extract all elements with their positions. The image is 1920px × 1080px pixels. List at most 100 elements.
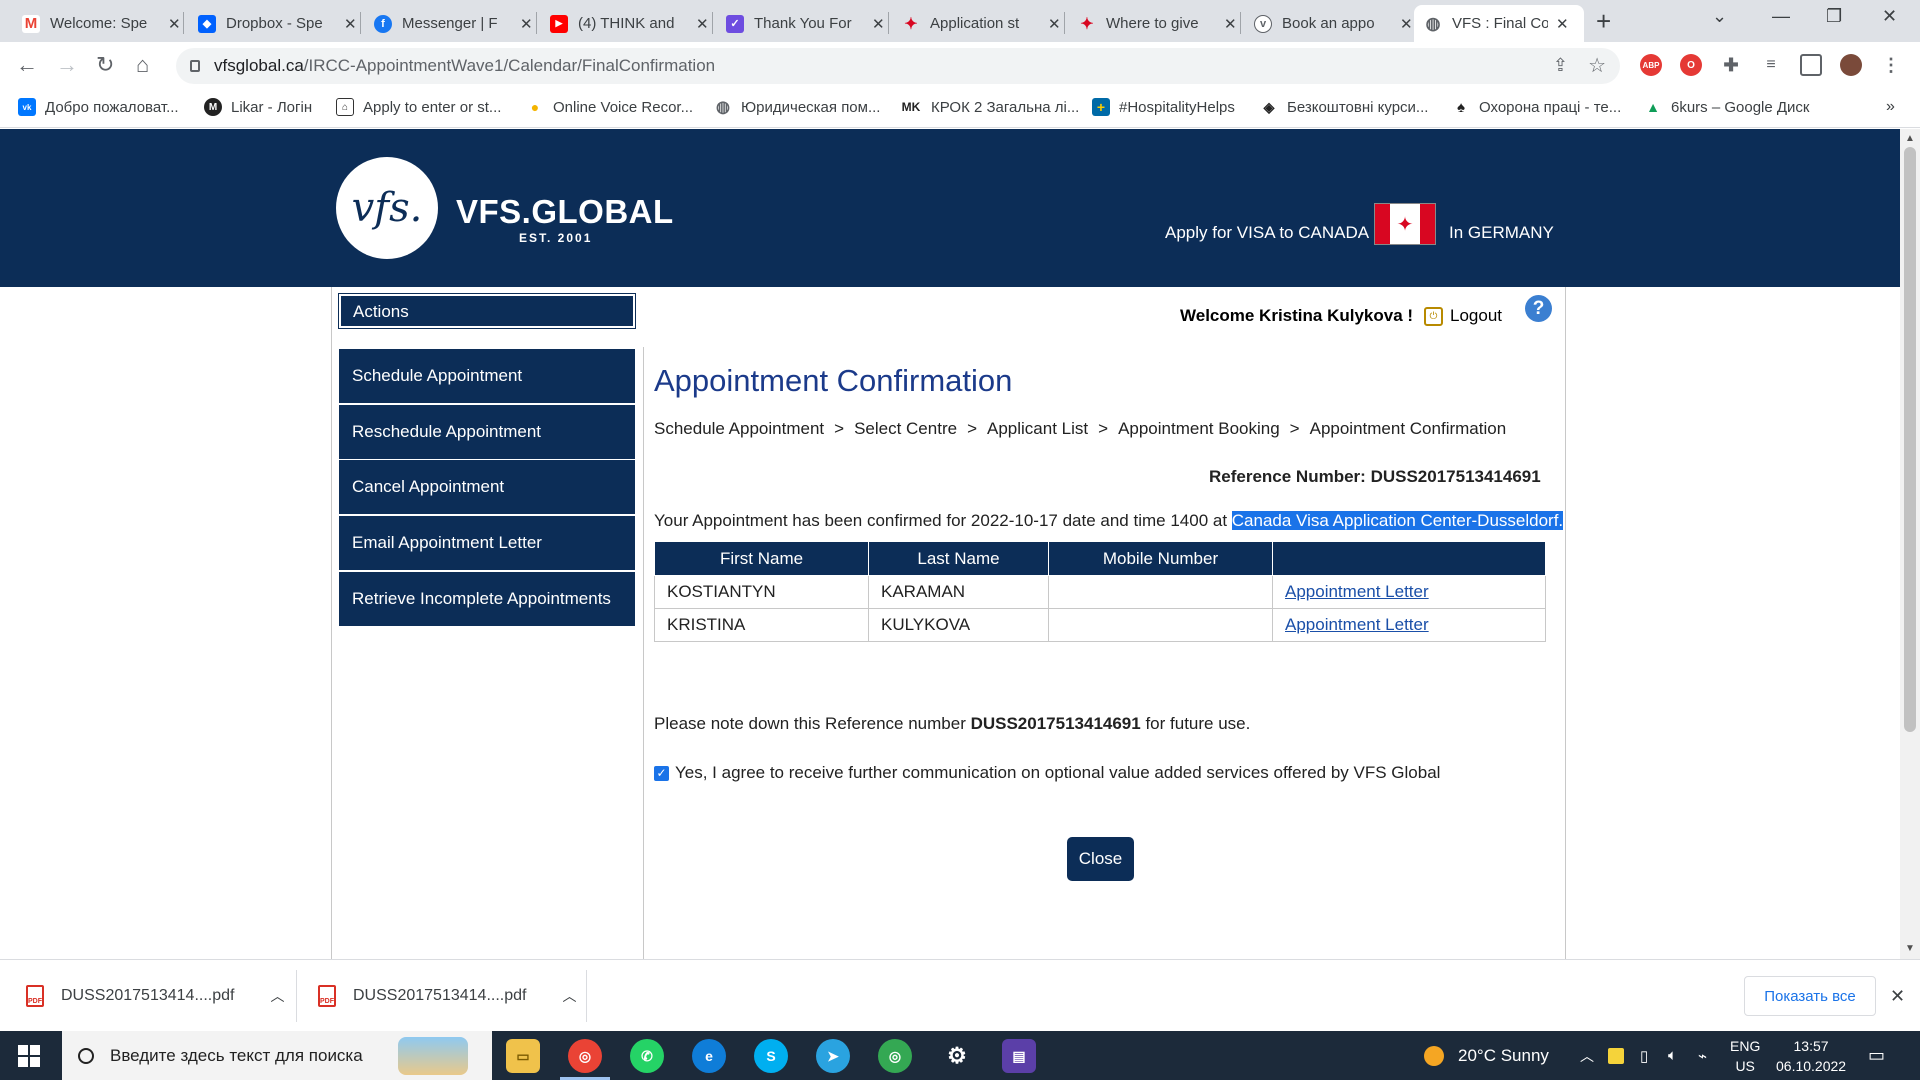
volume-icon[interactable]: 🔈︎ bbox=[1668, 1031, 1677, 1080]
close-tab-icon[interactable]: ✕ bbox=[344, 15, 357, 33]
forward-icon[interactable]: → bbox=[56, 52, 78, 78]
logout-link[interactable]: ⏻ Logout bbox=[1424, 306, 1502, 326]
close-tab-icon[interactable]: ✕ bbox=[696, 15, 709, 33]
edge-icon[interactable]: e bbox=[692, 1039, 726, 1073]
browser-tab[interactable]: ◆ Dropbox - Spe ✕ bbox=[188, 5, 367, 42]
bookmarks-bar: vk Добро пожаловат... M Likar - Логін ⌂ App… bbox=[0, 90, 1920, 128]
restore-icon[interactable]: ❐ bbox=[1826, 6, 1842, 27]
download-item[interactable]: PDF DUSS2017513414....pdf ︿ bbox=[318, 978, 576, 1014]
url-text: vfsglobal.ca/IRCC-AppointmentWave1/Calen… bbox=[214, 56, 716, 75]
help-icon[interactable]: ? bbox=[1525, 295, 1552, 322]
more-bookmarks-icon[interactable]: » bbox=[1886, 98, 1895, 116]
taskbar-search-box[interactable]: Введите здесь текст для поиска bbox=[62, 1031, 492, 1080]
close-tab-icon[interactable]: ✕ bbox=[168, 15, 181, 33]
battery-icon[interactable]: ▯ bbox=[1640, 1031, 1648, 1080]
browser-tab[interactable]: f Messenger | F ✕ bbox=[364, 5, 543, 42]
network-icon[interactable]: ⌁ bbox=[1698, 1031, 1707, 1080]
telegram-icon[interactable]: ➤ bbox=[816, 1039, 850, 1073]
browser-tab-active[interactable]: ◍ VFS : Final Co ✕ bbox=[1414, 5, 1584, 42]
settings-icon[interactable]: ⚙ bbox=[940, 1039, 974, 1073]
weather-widget[interactable]: 20°C Sunny bbox=[1424, 1031, 1549, 1080]
reload-icon[interactable]: ↻ bbox=[96, 52, 114, 78]
close-tab-icon[interactable]: ✕ bbox=[1224, 15, 1237, 33]
bookmark-item[interactable]: ● Online Voice Recor... bbox=[526, 98, 693, 116]
scroll-down-icon[interactable]: ▼ bbox=[1905, 943, 1915, 954]
bookmark-item[interactable]: ♠ Охорона праці - те... bbox=[1452, 98, 1621, 116]
windows-start-icon[interactable] bbox=[18, 1045, 40, 1067]
browser-tab[interactable]: ✓ Thank You For ✕ bbox=[716, 5, 895, 42]
schedule-appointment-button[interactable]: Schedule Appointment bbox=[339, 349, 635, 403]
chrome-profile-icon[interactable]: ◎ bbox=[878, 1039, 912, 1073]
actions-header: Actions bbox=[338, 293, 636, 329]
home-icon[interactable]: ⌂ bbox=[136, 52, 149, 78]
bookmark-item[interactable]: MK КРОК 2 Загальна лі... bbox=[900, 98, 1080, 116]
browser-tab[interactable]: ▶ (4) THINK and ✕ bbox=[540, 5, 719, 42]
bookmark-item[interactable]: ▲ 6kurs – Google Диск bbox=[1644, 98, 1809, 116]
appointment-letter-link[interactable]: Appointment Letter bbox=[1285, 582, 1429, 601]
share-icon[interactable]: ⇪ bbox=[1553, 55, 1568, 76]
chrome-icon[interactable]: ◎ bbox=[568, 1039, 602, 1073]
close-tab-icon[interactable]: ✕ bbox=[1048, 15, 1061, 33]
chevron-up-icon[interactable]: ︿ bbox=[270, 986, 284, 1006]
chevron-up-icon[interactable]: ︿ bbox=[562, 986, 576, 1006]
close-download-bar-icon[interactable]: ✕ bbox=[1890, 986, 1905, 1007]
menu-icon[interactable]: ⋮ bbox=[1880, 54, 1902, 76]
email-appointment-letter-button[interactable]: Email Appointment Letter bbox=[339, 516, 635, 570]
browser-tab[interactable]: v Book an appo ✕ bbox=[1244, 5, 1423, 42]
media-app-icon[interactable]: ▤ bbox=[1002, 1039, 1036, 1073]
mobile-number-cell bbox=[1048, 575, 1273, 609]
lock-icon[interactable] bbox=[190, 60, 200, 72]
system-clock[interactable]: 13:57 06.10.2022 bbox=[1776, 1036, 1846, 1076]
new-tab-button[interactable]: + bbox=[1596, 6, 1611, 37]
bookmark-item[interactable]: + #HospitalityHelps bbox=[1092, 98, 1235, 116]
bookmark-item[interactable]: ◍ Юридическая пом... bbox=[714, 98, 880, 117]
download-item[interactable]: PDF DUSS2017513414....pdf ︿ bbox=[26, 978, 284, 1014]
close-button[interactable]: Close bbox=[1067, 837, 1134, 881]
address-bar[interactable]: vfsglobal.ca/IRCC-AppointmentWave1/Calen… bbox=[176, 48, 1620, 84]
side-panel-icon[interactable] bbox=[1800, 54, 1822, 76]
browser-tab[interactable]: ✦ Application st ✕ bbox=[892, 5, 1071, 42]
tab-search-icon[interactable]: ⌄ bbox=[1712, 6, 1727, 27]
show-all-downloads-button[interactable]: Показать все bbox=[1744, 976, 1876, 1016]
close-tab-icon[interactable]: ✕ bbox=[872, 15, 885, 33]
close-tab-icon[interactable]: ✕ bbox=[1556, 15, 1569, 33]
close-tab-icon[interactable]: ✕ bbox=[1400, 15, 1413, 33]
retrieve-incomplete-appointments-button[interactable]: Retrieve Incomplete Appointments bbox=[339, 572, 635, 626]
profile-avatar[interactable] bbox=[1840, 54, 1862, 76]
close-tab-icon[interactable]: ✕ bbox=[520, 15, 533, 33]
consent-row: ✓ Yes, I agree to receive further commun… bbox=[654, 763, 1440, 783]
file-explorer-icon[interactable]: ▭ bbox=[506, 1039, 540, 1073]
consent-checkbox[interactable]: ✓ bbox=[654, 765, 669, 781]
bookmark-item[interactable]: M Likar - Логін bbox=[204, 98, 312, 116]
whatsapp-icon[interactable]: ✆ bbox=[630, 1039, 664, 1073]
reschedule-appointment-button[interactable]: Reschedule Appointment bbox=[339, 405, 635, 459]
cancel-appointment-button[interactable]: Cancel Appointment bbox=[339, 460, 635, 514]
bookmark-item[interactable]: ◈ Безкоштовні курси... bbox=[1260, 98, 1429, 116]
vfs-logo-mark[interactable]: vfs. bbox=[336, 157, 438, 259]
scrollbar-thumb[interactable] bbox=[1904, 147, 1916, 732]
scroll-up-icon[interactable]: ▲ bbox=[1905, 133, 1915, 144]
adblock-icon[interactable]: ABP bbox=[1640, 54, 1662, 76]
bookmark-item[interactable]: ⌂ Apply to enter or st... bbox=[336, 98, 501, 116]
input-language[interactable]: ENG US bbox=[1730, 1036, 1760, 1076]
appointment-letter-link[interactable]: Appointment Letter bbox=[1285, 615, 1429, 634]
canada-flag-icon: ✦ bbox=[1374, 203, 1436, 245]
notification-tray-icon[interactable] bbox=[1608, 1031, 1624, 1080]
browser-tab[interactable]: M Welcome: Spe ✕ bbox=[12, 5, 191, 42]
browser-tab[interactable]: ✦ Where to give ✕ bbox=[1068, 5, 1247, 42]
breadcrumb-item: Appointment Booking bbox=[1118, 419, 1280, 438]
close-window-icon[interactable]: ✕ bbox=[1882, 6, 1897, 27]
opera-icon[interactable]: O bbox=[1680, 54, 1702, 76]
breadcrumb-item: Appointment Confirmation bbox=[1309, 419, 1507, 438]
skype-icon[interactable]: S bbox=[754, 1039, 788, 1073]
show-hidden-icons[interactable]: ︿ bbox=[1580, 1031, 1594, 1080]
minimize-icon[interactable]: — bbox=[1772, 6, 1790, 27]
gov-icon: ⌂ bbox=[336, 98, 354, 116]
media-icon[interactable]: ≡ bbox=[1760, 54, 1782, 76]
bookmark-star-icon[interactable]: ☆ bbox=[1588, 53, 1606, 78]
page-scrollbar[interactable]: ▲ ▼ bbox=[1900, 129, 1920, 959]
bookmark-item[interactable]: vk Добро пожаловат... bbox=[18, 98, 179, 116]
back-icon[interactable]: ← bbox=[16, 52, 38, 78]
notifications-icon[interactable]: ▭ bbox=[1868, 1031, 1885, 1080]
extensions-icon[interactable]: ✚ bbox=[1720, 54, 1742, 76]
